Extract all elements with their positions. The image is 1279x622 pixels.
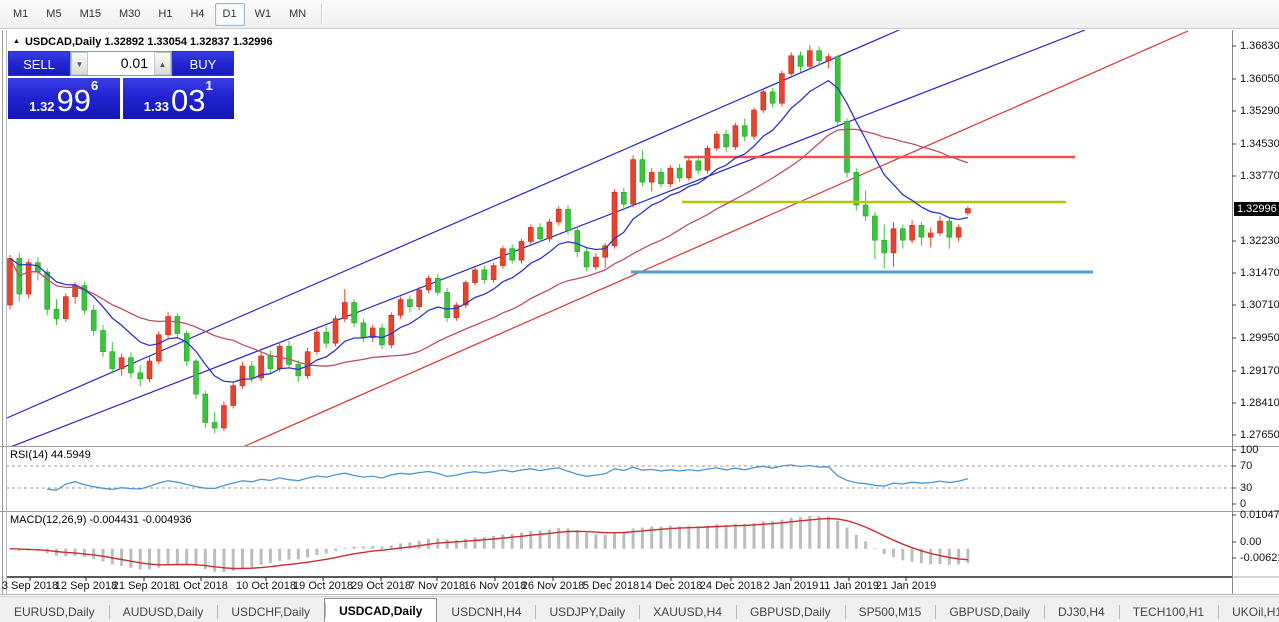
buy-price-big: 03 <box>171 87 205 115</box>
rsi-axis-label: 70 <box>1240 459 1252 473</box>
chart-tab-bar: EURUSD,DailyAUDUSD,DailyUSDCHF,DailyUSDC… <box>0 596 1279 622</box>
price-axis-label: 1.28410 <box>1240 396 1279 410</box>
chart-window: ▲ USDCAD,Daily 1.32892 1.33054 1.32837 1.… <box>0 29 1279 596</box>
date-axis-label: 14 Dec 2018 <box>640 580 702 593</box>
macd-label: MACD(12,26,9) -0.004431 -0.004936 <box>10 514 192 526</box>
red-trendline <box>245 31 1188 446</box>
volume-input[interactable]: 0.01 <box>88 52 154 75</box>
date-axis-label: 29 Oct 2018 <box>351 580 411 593</box>
timeframe-H1[interactable]: H1 <box>150 3 180 26</box>
date-axis-label: 1 Oct 2018 <box>174 580 228 593</box>
chart-title: ▲ USDCAD,Daily 1.32892 1.33054 1.32837 1.… <box>13 36 273 48</box>
sell-price-box[interactable]: 1.32 99 6 <box>8 78 120 119</box>
buy-price-prefix: 1.33 <box>144 98 169 115</box>
macd-axis-label: -0.006218 <box>1240 551 1279 565</box>
chart-tab-gbpusd[interactable]: GBPUSD,Daily <box>736 601 845 622</box>
date-axis-label: 12 Sep 2018 <box>55 580 117 593</box>
chart-tab-usdcnh[interactable]: USDCNH,H4 <box>437 601 535 622</box>
timeframe-H4[interactable]: H4 <box>182 3 212 26</box>
price-axis-label: 1.29170 <box>1240 364 1279 378</box>
date-axis-label: 11 Jan 2019 <box>819 580 879 593</box>
date-axis-label: 3 Sep 2018 <box>2 580 58 593</box>
date-axis-label: 16 Nov 2018 <box>464 580 526 593</box>
date-axis-label: 26 Nov 2018 <box>522 580 584 593</box>
chart-tab-ukoil[interactable]: UKOil,H1 <box>1218 601 1279 622</box>
sell-price-big: 99 <box>57 87 91 115</box>
timeframe-toolbar: M1M5M15M30H1H4D1W1MN <box>0 0 1279 29</box>
chart-tab-eurusd[interactable]: EURUSD,Daily <box>0 601 109 622</box>
chart-tab-audusd[interactable]: AUDUSD,Daily <box>109 601 218 622</box>
rsi-pane <box>6 465 1232 490</box>
fast-ma-line <box>10 81 968 383</box>
date-axis-label: 10 Oct 2018 <box>236 580 296 593</box>
chart-tab-xauusd[interactable]: XAUUSD,H4 <box>639 601 736 622</box>
chart-tab-tech100[interactable]: TECH100,H1 <box>1119 601 1218 622</box>
chart-title-text: USDCAD,Daily 1.32892 1.33054 1.32837 1.3… <box>25 36 273 48</box>
price-axis-label: 1.33770 <box>1240 169 1279 183</box>
sell-price-prefix: 1.32 <box>29 98 54 115</box>
price-axis-label: 1.35290 <box>1240 104 1279 118</box>
rsi-axis-label: 30 <box>1240 481 1252 495</box>
timeframe-W1[interactable]: W1 <box>247 3 280 26</box>
macd-axis-label: 0.010474 <box>1240 508 1279 522</box>
rsi-axis-label: 100 <box>1240 443 1258 457</box>
tabs-strip: EURUSD,DailyAUDUSD,DailyUSDCHF,DailyUSDC… <box>0 598 1279 622</box>
sell-button[interactable]: SELL <box>8 51 70 76</box>
date-axis-label: 2 Jan 2019 <box>764 580 818 593</box>
timeframe-MN[interactable]: MN <box>281 3 314 26</box>
price-axis-label: 1.27650 <box>1240 428 1279 442</box>
price-axis-label: 1.36830 <box>1240 39 1279 53</box>
price-axis-label: 1.32230 <box>1240 234 1279 248</box>
volume-increase-icon[interactable]: ▲ <box>154 52 171 75</box>
date-axis-label: 7 Nov 2018 <box>409 580 465 593</box>
macd-signal-line <box>10 519 968 569</box>
chart-tab-usdchf[interactable]: USDCHF,Daily <box>217 601 324 622</box>
macd-axis-label: 0.00 <box>1240 535 1261 549</box>
rsi-label: RSI(14) 44.5949 <box>10 449 91 461</box>
timeframe-M5[interactable]: M5 <box>38 3 69 26</box>
volume-stepper: ▼ 0.01 ▲ <box>70 51 172 76</box>
price-axis-label: 1.34530 <box>1240 137 1279 151</box>
buy-price-box[interactable]: 1.33 03 1 <box>123 78 235 119</box>
buy-price-pip: 1 <box>206 80 213 92</box>
chart-tab-gbpusd[interactable]: GBPUSD,Daily <box>935 601 1044 622</box>
chart-tab-sp500[interactable]: SP500,M15 <box>845 601 936 622</box>
timeframe-M30[interactable]: M30 <box>111 3 148 26</box>
price-axis-label: 1.36050 <box>1240 72 1279 86</box>
volume-decrease-icon[interactable]: ▼ <box>71 52 88 75</box>
date-axis-label: 21 Sep 2018 <box>113 580 175 593</box>
mt4-terminal: M1M5M15M30H1H4D1W1MN ▲ USDCAD,Daily 1.328… <box>0 0 1279 622</box>
chart-tab-usdcad[interactable]: USDCAD,Daily <box>324 598 437 622</box>
current-price-tag: 1.32996 <box>1234 202 1279 216</box>
toolbar-separator <box>321 4 323 24</box>
date-axis-label: 24 Dec 2018 <box>700 580 762 593</box>
date-axis-label: 21 Jan 2019 <box>876 580 937 593</box>
buy-button[interactable]: BUY <box>172 51 234 76</box>
one-click-trade-panel: SELL ▼ 0.01 ▲ BUY 1.32 99 6 1.33 03 1 <box>8 51 234 119</box>
price-axis-label: 1.30710 <box>1240 298 1279 312</box>
rsi-line <box>47 465 968 490</box>
date-axis-label: 5 Dec 2018 <box>583 580 639 593</box>
date-axis-label: 19 Oct 2018 <box>293 580 353 593</box>
timeframe-M1[interactable]: M1 <box>5 3 36 26</box>
timeframe-D1[interactable]: D1 <box>215 3 245 26</box>
price-axis-label: 1.31470 <box>1240 266 1279 280</box>
chart-tab-usdjpy[interactable]: USDJPY,Daily <box>535 601 639 622</box>
timeframe-bar: M1M5M15M30H1H4D1W1MN <box>4 3 315 26</box>
timeframe-M15[interactable]: M15 <box>72 3 109 26</box>
collapse-panel-icon[interactable]: ▲ <box>13 38 20 45</box>
slow-ma-line <box>10 129 968 366</box>
chart-tab-dj30[interactable]: DJ30,H4 <box>1044 601 1119 622</box>
sell-price-pip: 6 <box>91 80 98 92</box>
price-axis-label: 1.29950 <box>1240 331 1279 345</box>
